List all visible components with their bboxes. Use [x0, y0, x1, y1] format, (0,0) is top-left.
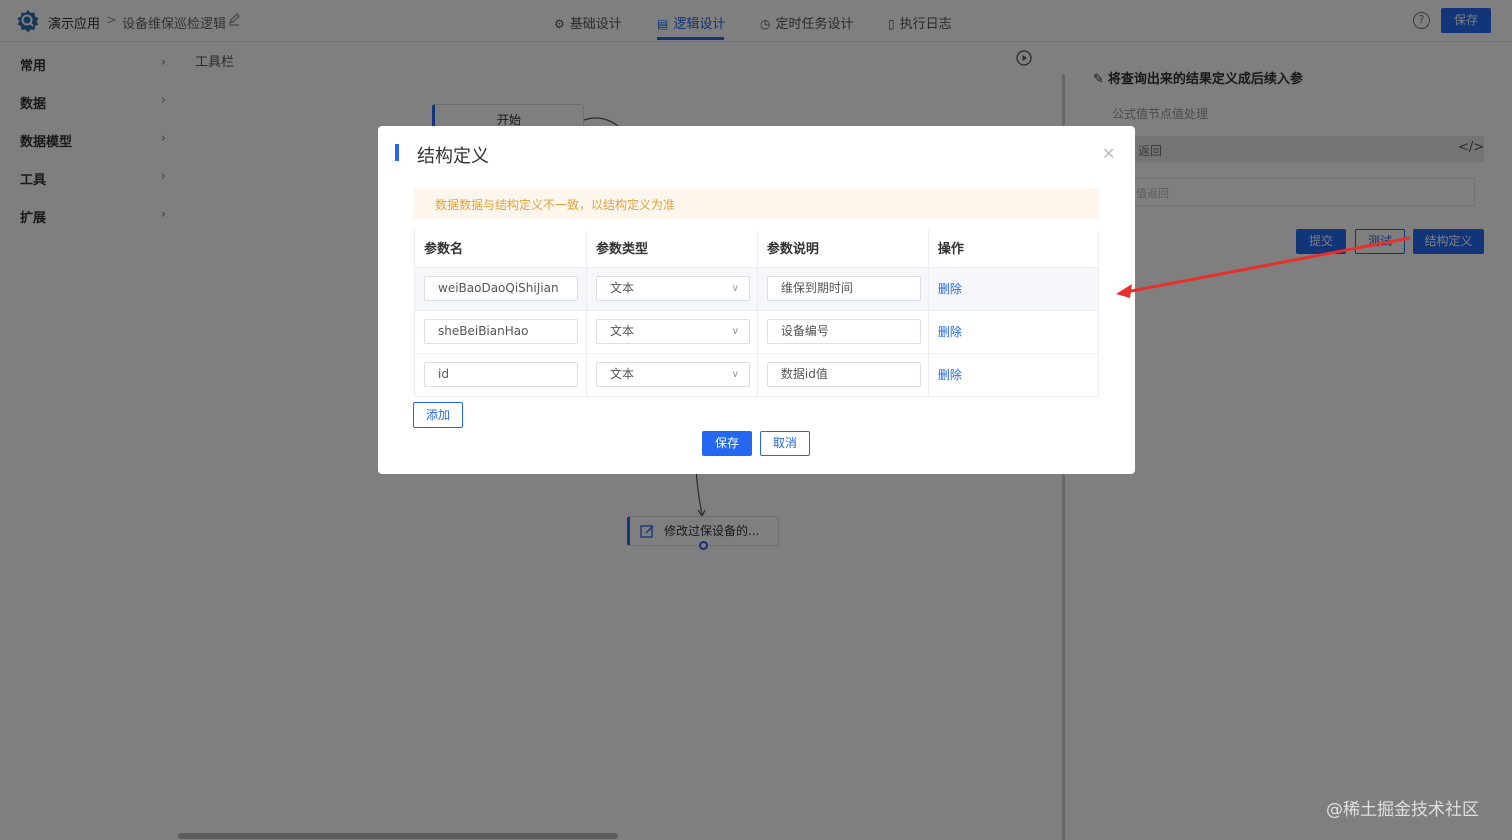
table-row: sheBeiBianHao 文本 ∨ 设备编号 删除	[414, 310, 1100, 354]
param-desc-input[interactable]: 数据id值	[766, 362, 921, 387]
warning-alert: 数据数据与结构定义不一致，以结构定义为准	[414, 188, 1099, 219]
add-row-button[interactable]: 添加	[413, 402, 463, 428]
param-name-input[interactable]: weiBaoDaoQiShiJian	[424, 276, 578, 301]
chevron-down-icon: ∨	[731, 369, 739, 380]
structure-definition-dialog: 结构定义 ✕ 数据数据与结构定义不一致，以结构定义为准 参数名 参数类型 参数说…	[378, 126, 1135, 474]
param-name-input[interactable]: id	[424, 362, 578, 387]
column-header-type: 参数类型	[586, 229, 758, 268]
warning-text: 数据数据与结构定义不一致，以结构定义为准	[435, 198, 676, 212]
chevron-down-icon: ∨	[731, 283, 739, 294]
param-type-select[interactable]: 文本 ∨	[595, 276, 750, 301]
dialog-cancel-button[interactable]: 取消	[760, 431, 810, 456]
param-type-select[interactable]: 文本 ∨	[595, 362, 750, 387]
close-icon[interactable]: ✕	[1102, 144, 1115, 163]
column-header-name: 参数名	[414, 229, 587, 268]
param-type-select[interactable]: 文本 ∨	[595, 319, 750, 344]
title-accent-bar	[395, 144, 399, 161]
param-desc-input[interactable]: 设备编号	[766, 319, 921, 344]
table-row: id 文本 ∨ 数据id值 删除	[414, 353, 1100, 397]
table-header-row: 参数名 参数类型 参数说明 操作	[414, 229, 1100, 268]
annotation-arrow	[1116, 236, 1411, 298]
dialog-title: 结构定义	[417, 146, 489, 167]
param-name-input[interactable]: sheBeiBianHao	[424, 319, 578, 344]
column-header-action: 操作	[928, 229, 1100, 268]
delete-link[interactable]: 删除	[938, 368, 962, 382]
table-row: weiBaoDaoQiShiJian 文本 ∨ 维保到期时间 删除	[414, 267, 1100, 311]
dialog-save-button[interactable]: 保存	[702, 431, 752, 456]
param-desc-input[interactable]: 维保到期时间	[766, 276, 921, 301]
parameter-table: 参数名 参数类型 参数说明 操作 weiBaoDaoQiShiJian 文本 ∨ …	[414, 229, 1100, 397]
watermark-text: @稀土掘金技术社区	[1326, 800, 1479, 820]
chevron-down-icon: ∨	[731, 326, 739, 337]
delete-link[interactable]: 删除	[938, 325, 962, 339]
column-header-desc: 参数说明	[757, 229, 929, 268]
delete-link[interactable]: 删除	[938, 282, 962, 296]
